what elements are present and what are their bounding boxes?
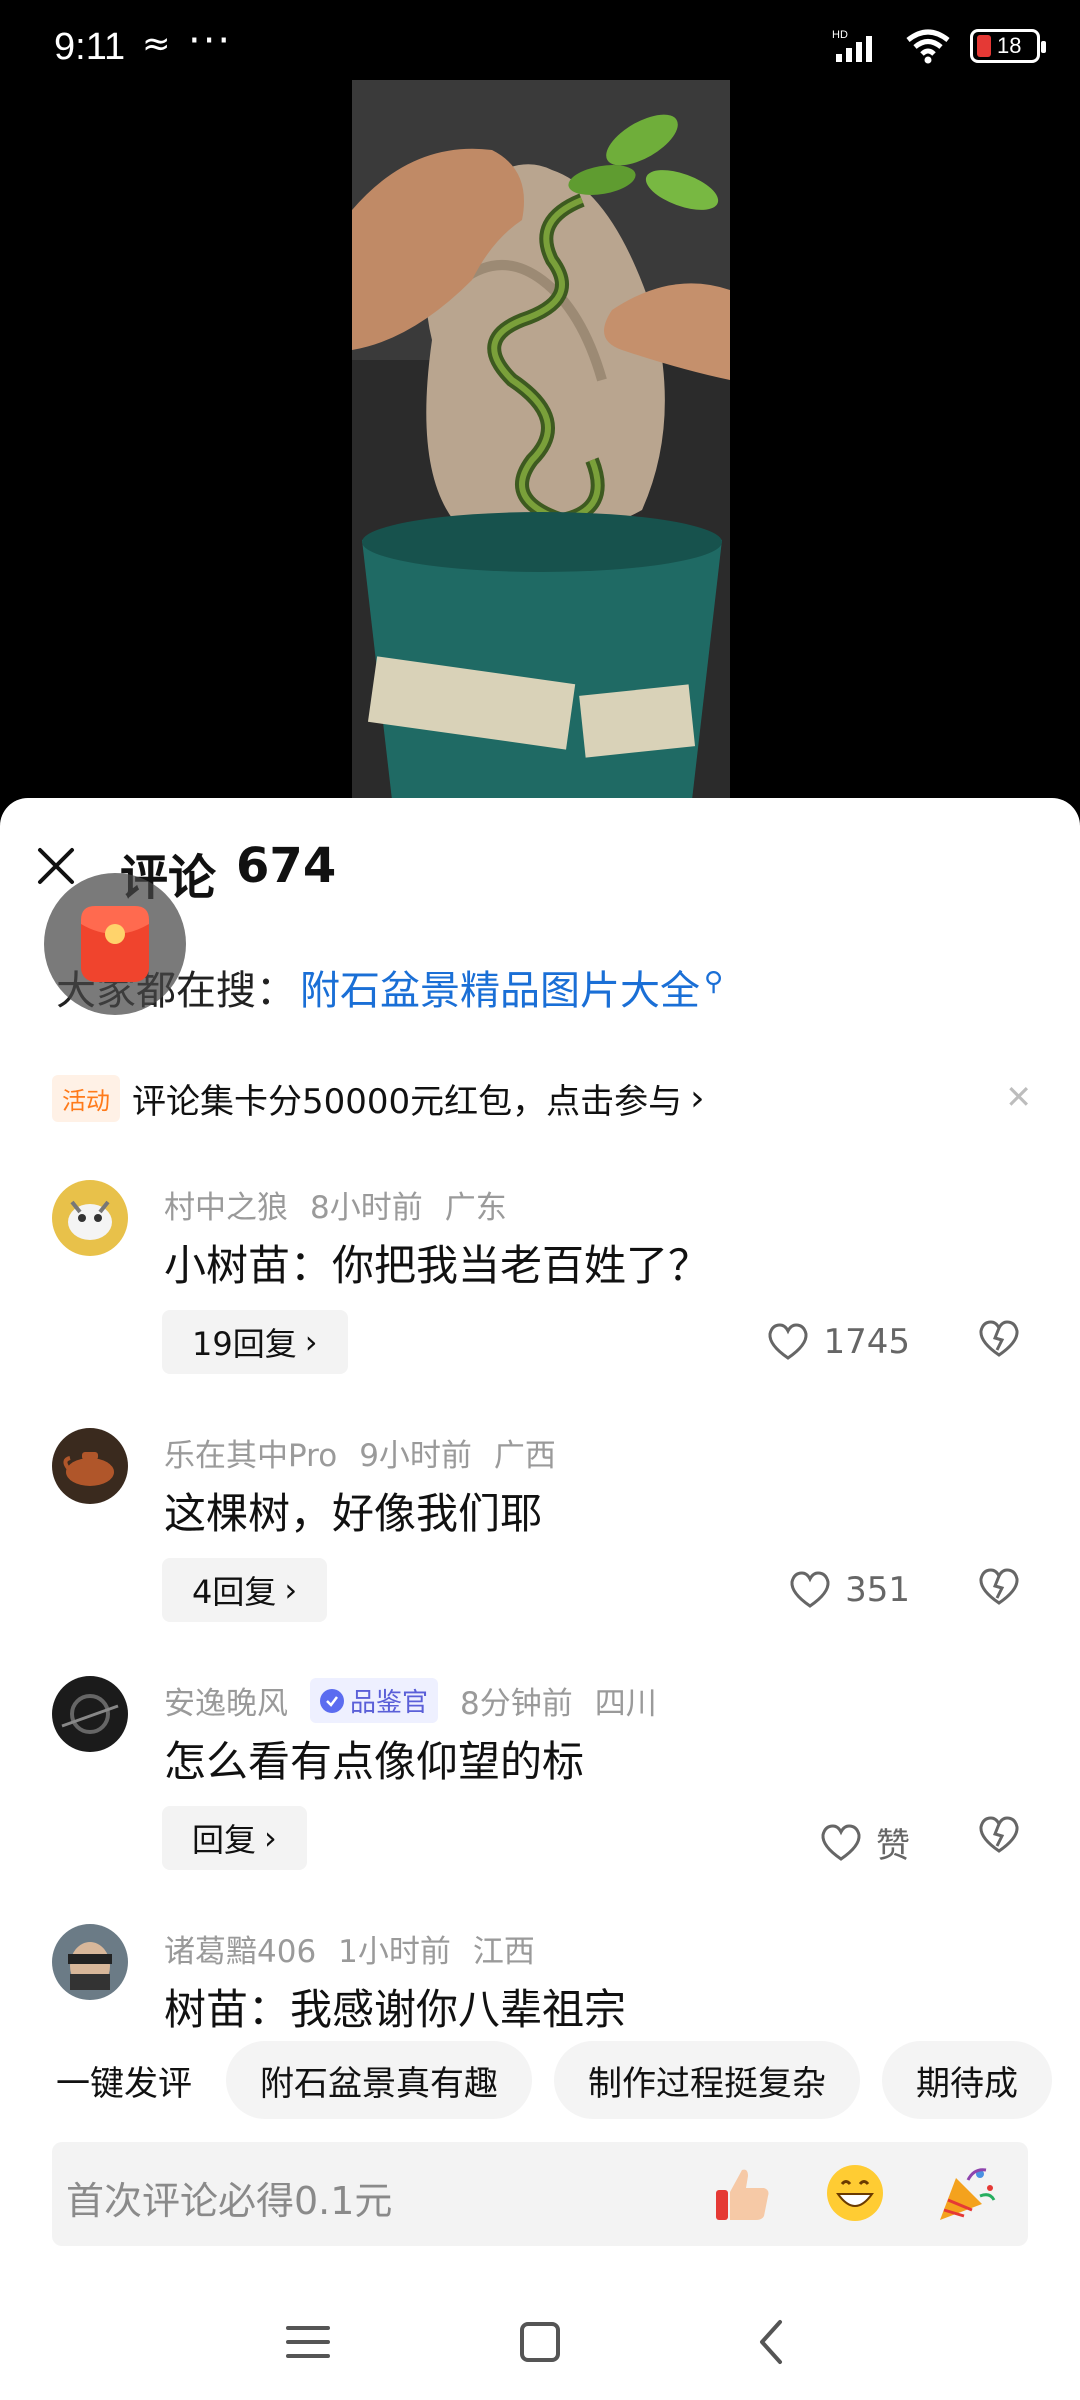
search-hint-link[interactable]: 附石盆景精品图片大全 xyxy=(300,958,700,1016)
broken-heart-icon[interactable] xyxy=(978,1320,1020,1358)
reviewer-badge: 品鉴官 xyxy=(310,1678,439,1723)
battery-fill xyxy=(977,35,991,57)
avatar[interactable] xyxy=(52,1180,128,1256)
comments-count: 674 xyxy=(236,838,337,894)
chevron-right-icon: › xyxy=(284,1571,298,1609)
like-count: 351 xyxy=(845,1570,910,1610)
menu-icon[interactable] xyxy=(278,2312,338,2372)
home-icon[interactable] xyxy=(510,2312,570,2372)
thumbs-up-icon[interactable] xyxy=(710,2160,776,2226)
comment-location: 广西 xyxy=(493,1438,556,1474)
comment-text[interactable]: 这棵树，好像我们耶 xyxy=(164,1480,542,1541)
system-nav-bar xyxy=(0,2290,1080,2400)
red-packet-button[interactable] xyxy=(44,873,186,1015)
video-player[interactable] xyxy=(0,0,1080,800)
quick-comment-label: 一键发评 xyxy=(56,2063,192,2104)
battery-level: 18 xyxy=(997,33,1022,58)
heart-icon xyxy=(790,1571,830,1608)
comment-text[interactable]: 小树苗：你把我当老百姓了？ xyxy=(164,1232,710,1293)
comment-time: 1小时前 xyxy=(338,1934,451,1970)
close-icon[interactable] xyxy=(32,842,80,890)
comment-location: 江西 xyxy=(472,1934,535,1970)
like-button[interactable]: 351 xyxy=(789,1570,910,1610)
avatar[interactable] xyxy=(52,1676,128,1752)
broken-heart-icon[interactable] xyxy=(978,1568,1020,1606)
video-frame[interactable] xyxy=(352,80,730,800)
grinning-face-icon[interactable] xyxy=(822,2160,888,2226)
reply-count: 4回复 xyxy=(192,1573,277,1611)
comment-user[interactable]: 诸葛黯406 xyxy=(164,1926,316,1971)
heart-icon xyxy=(768,1323,808,1360)
comment-meta: 乐在其中Pro 9小时前 广西 xyxy=(164,1430,556,1475)
comment-user[interactable]: 村中之狼 xyxy=(164,1182,288,1227)
reviewer-badge-label: 品鉴官 xyxy=(350,1688,429,1718)
comment-location: 四川 xyxy=(594,1686,657,1722)
status-bar: 9:11 ≈ ··· HD 18 xyxy=(0,0,1080,100)
comment-meta: 安逸晚风 品鉴官 8分钟前 四川 xyxy=(164,1678,657,1723)
avatar[interactable] xyxy=(52,1428,128,1504)
battery-icon: 18 xyxy=(970,29,1046,63)
like-button[interactable]: 赞 xyxy=(820,1818,910,1867)
like-count: 1745 xyxy=(823,1322,910,1362)
comment-time: 8分钟前 xyxy=(460,1686,573,1722)
broken-heart-icon[interactable] xyxy=(978,1816,1020,1854)
reply-label: 回复 xyxy=(192,1821,257,1859)
check-icon xyxy=(320,1688,344,1713)
status-extra-icon: ≈ xyxy=(142,24,171,64)
wifi-icon xyxy=(906,29,950,64)
chevron-right-icon: › xyxy=(264,1819,277,1857)
signal-icon: HD xyxy=(832,29,872,62)
like-button[interactable]: 1745 xyxy=(767,1322,910,1362)
quick-comment-chip[interactable]: 制作过程挺复杂 xyxy=(554,2041,860,2119)
comment-item: 村中之狼 8小时前 广东 小树苗：你把我当老百姓了？ 19回复 › 1745 xyxy=(0,1180,1080,1420)
heart-icon xyxy=(821,1823,861,1861)
reply-count: 19回复 xyxy=(192,1325,297,1363)
comment-text[interactable]: 树苗：我感谢你八辈祖宗 xyxy=(164,1976,626,2037)
quick-comment-chip[interactable]: 附石盆景真有趣 xyxy=(226,2041,532,2119)
comment-input[interactable]: 首次评论必得0.1元 xyxy=(52,2142,1028,2246)
avatar[interactable] xyxy=(52,1924,128,2000)
search-icon[interactable]: ⚲ xyxy=(704,967,723,997)
quick-comment-chip[interactable]: 期待成 xyxy=(882,2041,1052,2119)
reply-button[interactable]: 19回复 › xyxy=(162,1310,348,1374)
comment-text[interactable]: 怎么看有点像仰望的标 xyxy=(164,1728,584,1789)
comment-input-placeholder: 首次评论必得0.1元 xyxy=(66,2179,393,2223)
comment-user[interactable]: 安逸晚风 xyxy=(164,1678,288,1723)
activity-badge: 活动 xyxy=(52,1074,120,1122)
comment-item: 安逸晚风 品鉴官 8分钟前 四川 怎么看有点像仰望的标 回复 › 赞 xyxy=(0,1676,1080,1916)
status-time: 9:11 xyxy=(54,26,126,68)
comment-time: 9小时前 xyxy=(359,1438,472,1474)
activity-text[interactable]: 评论集卡分50000元红包，点击参与 xyxy=(132,1074,682,1123)
reply-button[interactable]: 回复 › xyxy=(162,1806,307,1870)
red-packet-icon xyxy=(81,906,149,982)
activity-banner[interactable]: 活动 评论集卡分50000元红包，点击参与 › ✕ xyxy=(52,1074,1032,1122)
comment-item: 乐在其中Pro 9小时前 广西 这棵树，好像我们耶 4回复 › 351 xyxy=(0,1428,1080,1668)
comment-location: 广东 xyxy=(444,1190,507,1226)
like-label: 赞 xyxy=(876,1826,910,1866)
back-icon[interactable] xyxy=(742,2312,802,2372)
comment-meta: 村中之狼 8小时前 广东 xyxy=(164,1182,507,1227)
comment-meta: 诸葛黯406 1小时前 江西 xyxy=(164,1926,535,1971)
status-more-icon: ··· xyxy=(188,18,233,64)
party-popper-icon[interactable] xyxy=(934,2160,1000,2226)
svg-text:HD: HD xyxy=(832,29,848,41)
comment-user[interactable]: 乐在其中Pro xyxy=(164,1430,337,1475)
chevron-right-icon: › xyxy=(304,1323,318,1361)
close-icon[interactable]: ✕ xyxy=(1005,1078,1032,1116)
quick-comment-row: 一键发评 附石盆景真有趣 制作过程挺复杂 期待成 xyxy=(0,2040,1080,2120)
status-right-icons: HD 18 xyxy=(832,28,1046,64)
chevron-right-icon: › xyxy=(690,1077,705,1119)
reply-button[interactable]: 4回复 › xyxy=(162,1558,328,1622)
comment-time: 8小时前 xyxy=(310,1190,423,1226)
